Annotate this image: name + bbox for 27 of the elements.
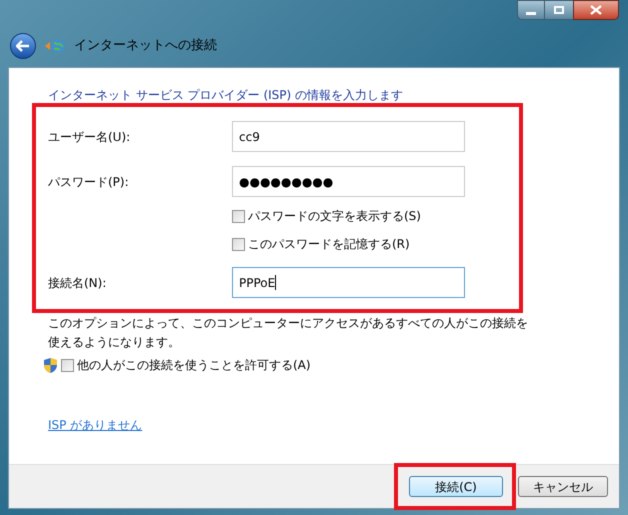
input-field[interactable]: PPPoE (232, 267, 465, 298)
minimize-button[interactable] (517, 0, 545, 20)
field-label: 接続名(N): (48, 274, 108, 292)
maximize-button[interactable] (545, 0, 573, 20)
shield-icon (43, 356, 58, 374)
back-button[interactable] (10, 32, 36, 58)
page-heading: インターネット サービス プロバイダー (ISP) の情報を入力します (48, 87, 404, 104)
field-label: ユーザー名(U): (48, 128, 132, 146)
input-field[interactable]: cc9 (232, 121, 465, 152)
close-icon (590, 5, 602, 15)
note-text: このオプションによって、このコンピューターにアクセスがあるすべての人がこの接続を使えるようになります。 (48, 315, 529, 351)
checkbox[interactable] (61, 358, 74, 372)
cancel-button[interactable]: キャンセル (518, 476, 608, 497)
input-field[interactable]: ●●●●●●●●● (232, 166, 465, 197)
text-cursor (275, 275, 276, 290)
checkbox-label: 他の人がこの接続を使うことを許可する(A) (77, 357, 311, 374)
back-arrow-icon (16, 40, 30, 52)
field-label: パスワード(P): (48, 174, 130, 190)
checkbox-label: このパスワードを記憶する(R) (248, 236, 410, 253)
close-button[interactable] (573, 0, 619, 20)
checkbox[interactable] (232, 210, 245, 222)
no-isp-link[interactable]: ISP がありません (48, 416, 142, 434)
connect-button[interactable]: 接続(C) (409, 476, 503, 497)
network-globe-icon (44, 38, 66, 54)
window-title: インターネットへの接続 (74, 36, 217, 55)
checkbox[interactable] (232, 238, 245, 250)
checkbox-label: パスワードの文字を表示する(S) (248, 208, 421, 225)
